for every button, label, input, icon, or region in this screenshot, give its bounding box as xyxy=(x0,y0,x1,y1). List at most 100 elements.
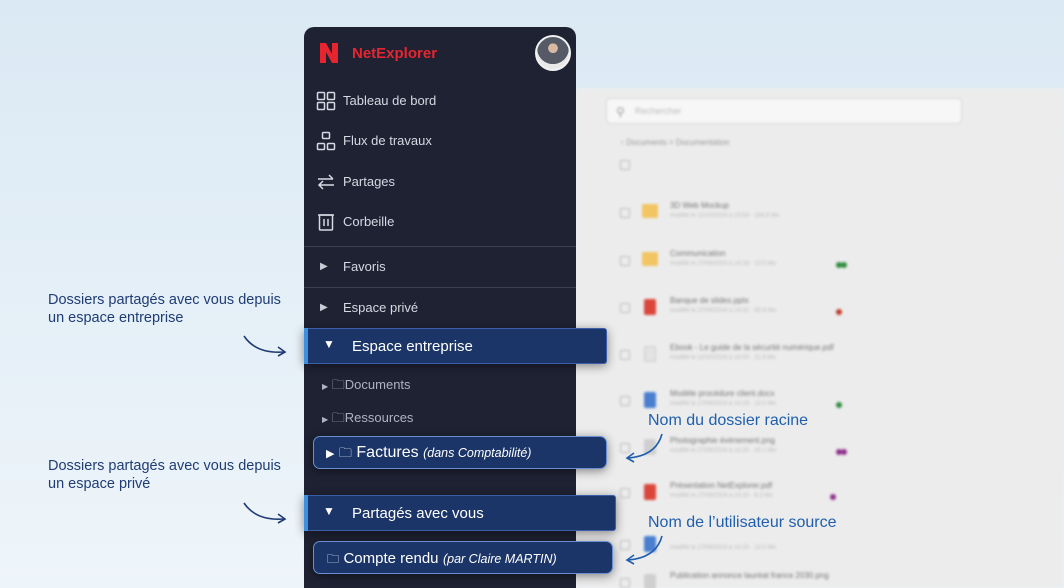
caret-down-icon: ▼ xyxy=(323,337,335,351)
section-label: Partagés avec vous xyxy=(352,505,484,522)
row-checkbox xyxy=(620,488,630,498)
section-espace-prive[interactable]: ▶ Espace privé xyxy=(320,296,560,320)
file-row: Publication annonce lauréat france 2030.… xyxy=(620,566,1040,588)
section-partages-avec-vous[interactable]: ▼ Partagés avec vous xyxy=(304,495,616,531)
image-file-icon xyxy=(644,574,656,588)
tree-item-label: Documents xyxy=(344,377,411,392)
arrow-entreprise xyxy=(243,335,287,357)
tree-item-documents[interactable]: ▶ 🗀Documents xyxy=(322,376,411,396)
file-row: 3D Web Mockup modifié le 12/10/2024 à 15… xyxy=(620,196,1040,226)
active-indicator xyxy=(304,328,308,364)
nav-item-corbeille[interactable]: Corbeille xyxy=(316,210,566,234)
folder-name: Compte rendu xyxy=(343,550,439,567)
tree-item-compte-rendu[interactable]: 🗀 Compte rendu (par Claire MARTIN) xyxy=(313,541,613,574)
file-meta: modifié le 12/10/2024 à 15:54 · 164.8 Mo xyxy=(670,213,780,219)
dashboard-grid-icon xyxy=(316,91,336,111)
divider xyxy=(304,246,576,247)
folder-icon: 🗀 xyxy=(327,552,340,566)
tag-dot xyxy=(841,262,847,268)
row-checkbox xyxy=(620,350,630,360)
file-row: Présentation NetExplorer.pdf modifié le … xyxy=(620,476,1040,506)
folder-name: Factures xyxy=(356,444,419,461)
folder-icon xyxy=(642,204,658,218)
nav-label: Flux de travaux xyxy=(343,133,432,148)
share-arrows-icon xyxy=(317,174,334,190)
tag-dot xyxy=(841,449,847,455)
section-espace-entreprise[interactable]: ▼ Espace entreprise xyxy=(304,328,607,364)
file-row: Photographie événement.png modifié le 27… xyxy=(620,431,1040,461)
nav-label: Partages xyxy=(343,174,396,189)
workflow-icon xyxy=(316,131,336,151)
file-row: Ebook - Le guide de la sécurité numériqu… xyxy=(620,338,1040,368)
caret-right-icon: ▶ xyxy=(320,302,328,313)
section-label: Espace privé xyxy=(343,300,419,315)
caret-right-icon: ▶ xyxy=(322,415,329,424)
file-meta: modifié le 27/09/2024 à 14:20 · 6.3 Mo xyxy=(670,493,773,499)
folder-icon: 🗀 xyxy=(331,377,345,392)
nav-item-partages[interactable]: Partages xyxy=(316,170,566,194)
file-row: Banque de slides.pptx modifié le 27/09/2… xyxy=(620,291,1040,321)
file-name: Modèle procédure client.docx xyxy=(670,389,775,398)
folder-icon: 🗀 xyxy=(338,445,352,460)
caret-right-icon: ▶ xyxy=(326,448,335,460)
file-row: modifié le 27/09/2024 à 14:20 · 13.5 Mo xyxy=(620,528,1040,558)
caret-right-icon: ▶ xyxy=(322,382,329,391)
nav-label: Tableau de bord xyxy=(343,93,437,108)
file-name: Ebook - Le guide de la sécurité numériqu… xyxy=(670,343,834,352)
annotation-utilisateur: Nom de l’utilisateur source xyxy=(648,514,837,531)
tree-item-label: Ressources xyxy=(344,410,414,425)
row-checkbox xyxy=(620,256,630,266)
section-label: Espace entreprise xyxy=(352,338,473,355)
background-breadcrumb: ↑ Documents > Documentation xyxy=(620,138,730,147)
background-file-browser: Rechercher ⚲ ↑ Documents > Documentation… xyxy=(576,88,1064,588)
annotation-racine: Nom du dossier racine xyxy=(648,412,809,429)
nav-item-tableau-de-bord[interactable]: Tableau de bord xyxy=(316,89,566,113)
file-name: Banque de slides.pptx xyxy=(670,296,749,305)
caret-right-icon: ▶ xyxy=(320,261,328,272)
tree-item-ressources[interactable]: ▶ 🗀Ressources xyxy=(322,409,413,429)
file-meta: modifié le 27/09/2024 à 14:20 · 13.5 Mo xyxy=(670,545,777,551)
arrow-racine xyxy=(625,433,663,463)
tag-dot xyxy=(830,494,836,500)
folder-icon xyxy=(642,252,658,266)
annotation-prive: Dossiers partagés avec vous depuis un es… xyxy=(48,458,281,492)
caret-down-icon: ▼ xyxy=(323,504,335,518)
file-meta: modifié le 27/09/2024 à 14:18 · 13.5 Mo xyxy=(670,261,777,267)
file-meta: modifié le 12/10/2024 à 14:03 · 11.9 Mo xyxy=(670,355,776,361)
pdf-file-icon xyxy=(644,299,656,315)
section-label: Favoris xyxy=(343,259,386,274)
row-checkbox xyxy=(620,396,630,406)
source-user-note: (par Claire MARTIN) xyxy=(442,552,557,566)
file-meta: modifié le 27/09/2024 à 14:32 · 90.8 Mo xyxy=(670,308,777,314)
tag-dot xyxy=(836,402,842,408)
background-search-input: Rechercher xyxy=(606,98,962,124)
section-favoris[interactable]: ▶ Favoris xyxy=(320,255,560,279)
nav-item-flux-de-travaux[interactable]: Flux de travaux xyxy=(316,129,566,153)
folder-root-note: (dans Comptabilité) xyxy=(423,446,532,460)
netexplorer-logo-icon xyxy=(320,43,338,63)
folder-icon: 🗀 xyxy=(331,410,345,425)
search-icon: ⚲ xyxy=(616,105,625,119)
annotation-entreprise: Dossiers partagés avec vous depuis un es… xyxy=(48,292,281,326)
file-row: Modèle procédure client.docx modifié le … xyxy=(620,384,1040,414)
user-avatar[interactable] xyxy=(535,35,571,71)
arrow-utilisateur xyxy=(625,535,663,565)
file-meta: modifié le 27/09/2024 à 14:19 · 13.5 Mo xyxy=(670,401,777,407)
trash-icon xyxy=(318,214,334,231)
tag-dot xyxy=(836,309,842,315)
select-all-checkbox xyxy=(620,160,630,170)
file-name: Présentation NetExplorer.pdf xyxy=(670,481,773,490)
file-name: Photographie événement.png xyxy=(670,436,775,445)
row-checkbox xyxy=(620,303,630,313)
tree-item-factures[interactable]: ▶ 🗀 Factures (dans Comptabilité) xyxy=(313,436,607,469)
file-name: 3D Web Mockup xyxy=(670,201,729,210)
document-file-icon xyxy=(644,346,656,362)
arrow-prive xyxy=(243,502,287,524)
pdf-file-icon xyxy=(644,484,656,500)
file-row: Communication modifié le 27/09/2024 à 14… xyxy=(620,244,1040,274)
divider xyxy=(304,287,576,288)
row-checkbox xyxy=(620,578,630,588)
active-indicator xyxy=(304,495,308,531)
nav-label: Corbeille xyxy=(343,214,395,229)
word-file-icon xyxy=(644,392,656,408)
